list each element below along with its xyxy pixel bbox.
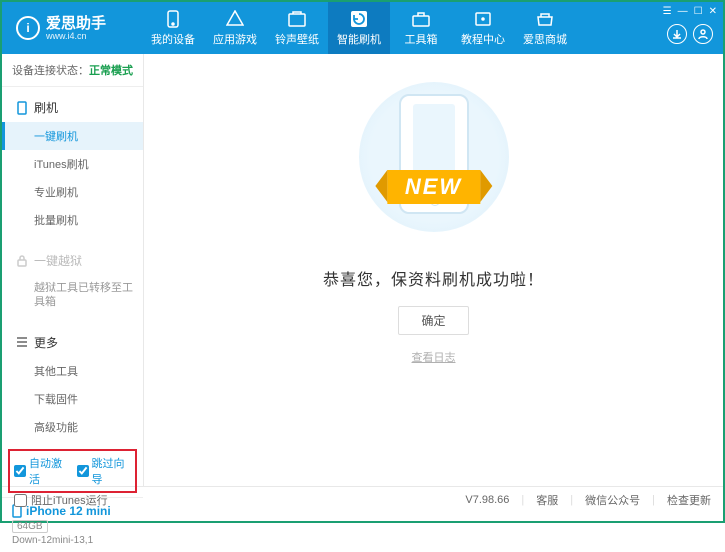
device-storage: 64GB bbox=[12, 520, 48, 533]
close-button[interactable]: ✕ bbox=[709, 6, 717, 17]
sidebar-item-other-tools[interactable]: 其他工具 bbox=[2, 357, 143, 385]
nav-toolbox[interactable]: 工具箱 bbox=[390, 2, 452, 54]
menu-icon[interactable]: ☰ bbox=[663, 6, 672, 17]
phone-illustration: NEW bbox=[359, 82, 509, 232]
sidebar: 设备连接状态：正常模式 刷机 一键刷机 iTunes刷机 专业刷机 批量刷机 一… bbox=[2, 54, 144, 486]
version-label: V7.98.66 bbox=[465, 494, 509, 506]
connection-status: 设备连接状态：正常模式 bbox=[2, 54, 143, 87]
main-nav: 我的设备 应用游戏 铃声壁纸 智能刷机 工具箱 教程中心 爱思商城 bbox=[142, 2, 723, 54]
nav-smart-flash[interactable]: 智能刷机 bbox=[328, 2, 390, 54]
wallpaper-icon bbox=[288, 10, 306, 28]
view-log-link[interactable]: 查看日志 bbox=[412, 349, 456, 365]
sidebar-item-itunes-flash[interactable]: iTunes刷机 bbox=[2, 150, 143, 178]
window-controls: ☰ — ☐ ✕ bbox=[663, 6, 717, 17]
nav-my-device[interactable]: 我的设备 bbox=[142, 2, 204, 54]
phone-icon bbox=[16, 101, 28, 115]
sidebar-section-flash[interactable]: 刷机 bbox=[2, 93, 143, 122]
sidebar-item-download-firmware[interactable]: 下载固件 bbox=[2, 385, 143, 413]
main-content: NEW 恭喜您，保资料刷机成功啦！ 确定 查看日志 bbox=[144, 54, 723, 486]
options-box: 自动激活 跳过向导 bbox=[8, 449, 137, 493]
check-update-link[interactable]: 检查更新 bbox=[667, 492, 711, 508]
toolbox-icon bbox=[412, 10, 430, 28]
checkbox-skip-guide[interactable]: 跳过向导 bbox=[77, 455, 132, 487]
sidebar-item-batch-flash[interactable]: 批量刷机 bbox=[2, 206, 143, 234]
brand-name: 爱思助手 bbox=[46, 16, 106, 31]
logo-area: i 爱思助手 www.i4.cn bbox=[2, 2, 142, 54]
checkbox-auto-activate[interactable]: 自动激活 bbox=[14, 455, 69, 487]
store-icon bbox=[536, 10, 554, 28]
wechat-link[interactable]: 微信公众号 bbox=[585, 492, 640, 508]
sidebar-item-oneclick-flash[interactable]: 一键刷机 bbox=[2, 122, 143, 150]
checkbox-block-itunes[interactable]: 阻止iTunes运行 bbox=[14, 492, 108, 508]
device-identifier: Down-12mini-13,1 bbox=[12, 535, 133, 546]
download-icon[interactable] bbox=[667, 24, 687, 44]
nav-store[interactable]: 爱思商城 bbox=[514, 2, 576, 54]
refresh-icon bbox=[350, 10, 368, 28]
jailbreak-note: 越狱工具已转移至工具箱 bbox=[2, 275, 143, 316]
support-link[interactable]: 客服 bbox=[536, 492, 558, 508]
minimize-button[interactable]: — bbox=[678, 6, 688, 17]
brand-url: www.i4.cn bbox=[46, 31, 106, 41]
new-banner: NEW bbox=[387, 170, 480, 204]
nav-ringtone-wallpaper[interactable]: 铃声壁纸 bbox=[266, 2, 328, 54]
sidebar-section-more[interactable]: 更多 bbox=[2, 328, 143, 357]
apps-icon bbox=[226, 10, 244, 28]
nav-tutorial[interactable]: 教程中心 bbox=[452, 2, 514, 54]
sidebar-item-advanced[interactable]: 高级功能 bbox=[2, 413, 143, 441]
phone-icon bbox=[164, 10, 182, 28]
success-message: 恭喜您，保资料刷机成功啦！ bbox=[323, 266, 544, 290]
maximize-button[interactable]: ☐ bbox=[694, 6, 703, 17]
logo-icon: i bbox=[16, 16, 40, 40]
profile-icon[interactable] bbox=[693, 24, 713, 44]
confirm-button[interactable]: 确定 bbox=[398, 306, 468, 335]
sidebar-section-jailbreak: 一键越狱 bbox=[2, 246, 143, 275]
app-header: i 爱思助手 www.i4.cn 我的设备 应用游戏 铃声壁纸 智能刷机 工具箱 bbox=[2, 2, 723, 54]
menu-icon bbox=[16, 337, 28, 347]
lock-icon bbox=[16, 255, 28, 267]
nav-apps-games[interactable]: 应用游戏 bbox=[204, 2, 266, 54]
sidebar-item-pro-flash[interactable]: 专业刷机 bbox=[2, 178, 143, 206]
book-icon bbox=[474, 10, 492, 28]
